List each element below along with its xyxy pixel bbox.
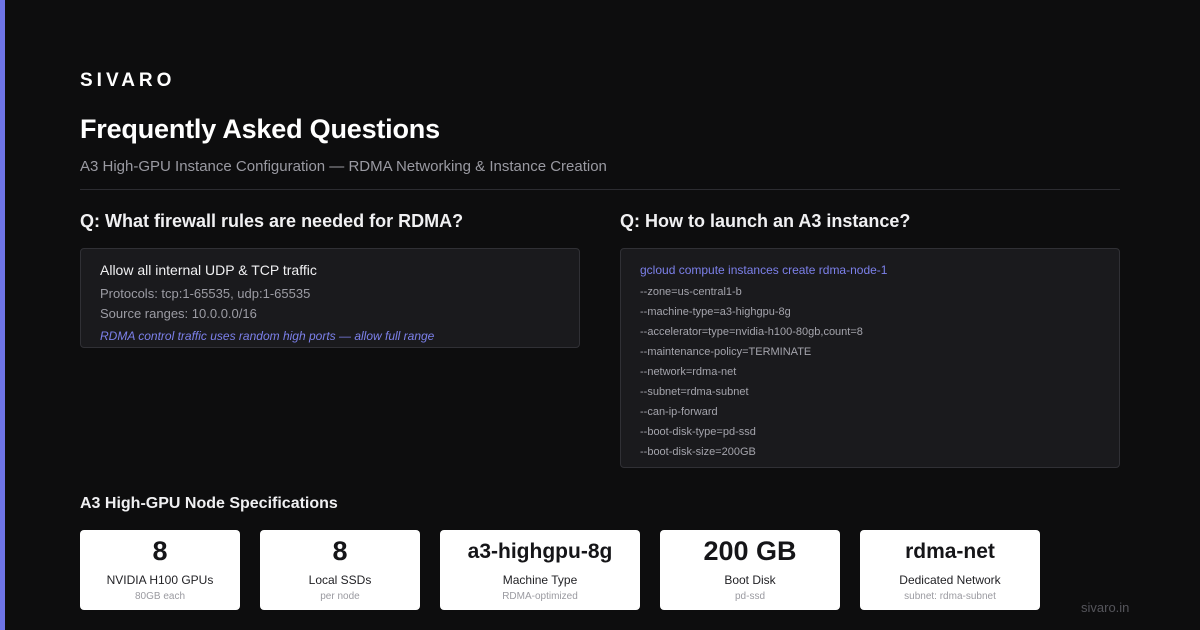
spec-label: Local SSDs	[308, 573, 372, 587]
command-flag: --boot-disk-type=pd-ssd	[640, 426, 756, 438]
faq-question-firewall: Q: What firewall rules are needed for RD…	[80, 211, 464, 231]
spec-value: 8	[332, 536, 348, 566]
spec-label: NVIDIA H100 GPUs	[106, 573, 214, 587]
firewall-source-ranges: Source ranges: 10.0.0.0/16	[100, 306, 257, 321]
command-head: gcloud compute instances create rdma-nod…	[640, 263, 888, 277]
specs-heading: A3 High-GPU Node Specifications	[80, 495, 338, 512]
spec-card-ssds: 8 Local SSDs per node	[260, 530, 420, 610]
command-flag: --can-ip-forward	[640, 406, 718, 418]
firewall-rule-heading: Allow all internal UDP & TCP traffic	[100, 262, 317, 278]
spec-sub: pd-ssd	[734, 591, 765, 602]
launch-command-card: gcloud compute instances create rdma-nod…	[620, 248, 1120, 468]
footer-url: sivaro.in	[1081, 600, 1130, 615]
spec-label: Machine Type	[502, 573, 578, 587]
command-flag: --accelerator=type=nvidia-h100-80gb,coun…	[640, 326, 863, 338]
spec-card-network: rdma-net Dedicated Network subnet: rdma-…	[860, 530, 1040, 610]
spec-value: rdma-net	[905, 540, 995, 563]
command-flag: --maintenance-policy=TERMINATE	[640, 346, 812, 358]
faq-question-launch: Q: How to launch an A3 instance?	[620, 211, 911, 231]
spec-value: a3-highgpu-8g	[467, 540, 613, 563]
spec-sub: 80GB each	[134, 591, 186, 602]
spec-card-gpus: 8 NVIDIA H100 GPUs 80GB each	[80, 530, 240, 610]
spec-value: 200 GB	[703, 536, 797, 566]
firewall-note: RDMA control traffic uses random high po…	[100, 329, 435, 343]
brand-logo: SIVARO	[80, 70, 176, 91]
command-flag: --subnet=rdma-subnet	[640, 386, 749, 398]
firewall-protocols: Protocols: tcp:1-65535, udp:1-65535	[100, 286, 311, 301]
spec-value: 8	[152, 536, 168, 566]
header-divider	[80, 189, 1120, 190]
command-flag: --machine-type=a3-highgpu-8g	[640, 306, 791, 318]
command-flag: --zone=us-central1-b	[640, 286, 742, 298]
spec-sub: RDMA-optimized	[502, 591, 578, 602]
spec-label: Boot Disk	[724, 573, 776, 587]
page-subtitle: A3 High-GPU Instance Configuration — RDM…	[80, 158, 607, 175]
command-flag: --network=rdma-net	[640, 366, 737, 378]
page-title: Frequently Asked Questions	[80, 114, 440, 144]
accent-bar	[0, 0, 5, 630]
spec-sub: per node	[320, 591, 360, 602]
command-flag: --boot-disk-size=200GB	[640, 446, 756, 458]
spec-label: Dedicated Network	[899, 573, 1001, 587]
spec-card-machine-type: a3-highgpu-8g Machine Type RDMA-optimize…	[440, 530, 640, 610]
spec-sub: subnet: rdma-subnet	[904, 591, 996, 602]
firewall-answer-card: Allow all internal UDP & TCP traffic Pro…	[80, 248, 580, 348]
spec-card-boot-disk: 200 GB Boot Disk pd-ssd	[660, 530, 840, 610]
